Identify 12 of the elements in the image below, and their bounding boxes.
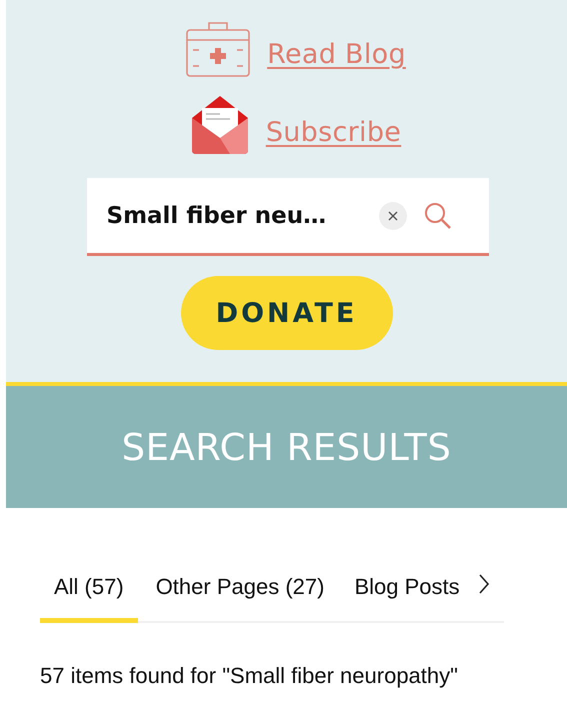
search-field[interactable]: Small fiber neu…	[86, 178, 488, 256]
search-icon[interactable]	[422, 200, 452, 230]
results-summary: 57 items found for "Small fiber neuropathy"	[40, 663, 459, 689]
page-title: SEARCH RESULTS	[122, 426, 452, 468]
donate-button[interactable]: DONATE	[180, 276, 392, 350]
tab[interactable]: All (57)	[40, 568, 138, 623]
clear-icon[interactable]	[378, 202, 406, 230]
envelope-icon	[190, 94, 250, 156]
medkit-icon	[185, 20, 252, 78]
tab[interactable]: Other Pages (27)	[156, 568, 324, 623]
tab[interactable]: Blog Posts	[354, 568, 460, 623]
chevron-right-icon[interactable]	[478, 572, 490, 594]
